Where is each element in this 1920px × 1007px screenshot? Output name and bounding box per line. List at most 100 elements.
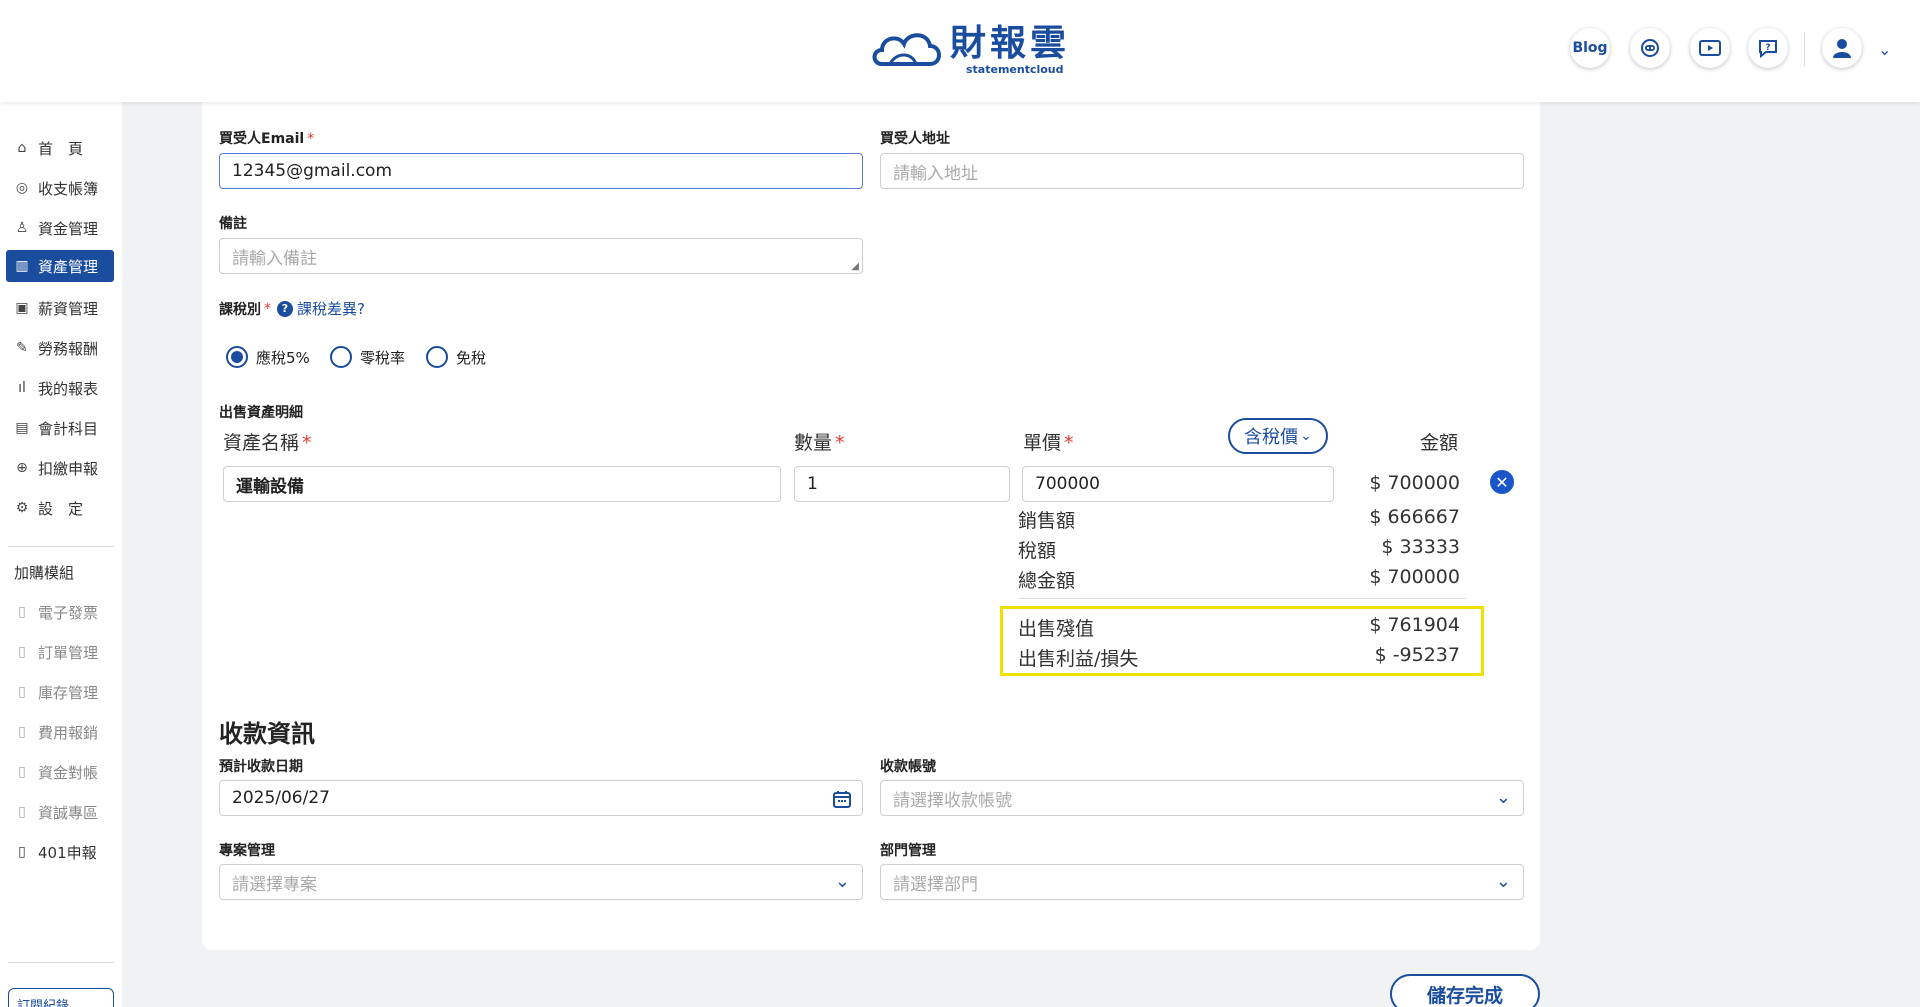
department-label: 部門管理: [880, 843, 936, 859]
project-select[interactable]: 請選擇專案 ⌄: [219, 864, 863, 900]
sidebar-item-pwc[interactable]: ▯ 資誠專區: [6, 796, 114, 828]
note-placeholder: 請輸入備註: [232, 248, 317, 269]
note-textarea[interactable]: 請輸入備註 ◢: [219, 238, 863, 274]
chevron-down-icon: ⌄: [834, 871, 850, 892]
sidebar-item-reports[interactable]: ıl 我的報表: [6, 372, 114, 404]
sidebar-item-label: 庫存管理: [38, 683, 99, 702]
gain-loss-value: $ -95237: [1374, 644, 1460, 666]
cloud-logo-icon: [872, 33, 941, 66]
blog-button[interactable]: Blog: [1570, 28, 1610, 68]
tax-option-label: 免稅: [456, 348, 487, 367]
buyer-email-input[interactable]: 12345@gmail.com: [219, 153, 863, 189]
buyer-address-input[interactable]: 請輸入地址: [880, 153, 1524, 189]
gain-loss-label: 出售利益/損失: [1018, 648, 1139, 670]
required-mark: *: [302, 432, 312, 454]
sidebar-item-label: 訂單管理: [38, 643, 99, 662]
department-placeholder: 請選擇部門: [893, 874, 978, 895]
col-asset-name-text: 資產名稱: [223, 432, 300, 454]
buyer-address-label: 買受人地址: [880, 131, 950, 147]
sidebar-item-labor[interactable]: ✎ 勞務報酬: [6, 332, 114, 364]
payment-account-placeholder: 請選擇收款帳號: [893, 790, 1012, 811]
salary-icon: ▣: [15, 300, 29, 316]
svg-text:?: ?: [1765, 43, 1770, 53]
buyer-email-label-text: 買受人Email: [219, 131, 305, 147]
details-title: 出售資產明細: [219, 405, 303, 421]
chevron-down-icon[interactable]: ⌄: [1878, 40, 1891, 59]
tax-diff-link[interactable]: 課稅差異?: [297, 298, 365, 319]
col-amount: 金額: [1420, 432, 1459, 454]
quantity-input[interactable]: 1: [794, 466, 1010, 502]
top-header: 財報雲 statementcloud Blog ? ⌄: [0, 0, 1920, 102]
sidebar-item-label: 401申報: [38, 843, 97, 862]
buyer-address-placeholder: 請輸入地址: [893, 163, 978, 184]
summary-divider: [1018, 598, 1466, 599]
sidebar-item-salary[interactable]: ▣ 薪資管理: [6, 292, 114, 324]
tax-option-label: 零稅率: [360, 348, 406, 367]
sidebar-item-settings[interactable]: ⚙ 設 定: [6, 492, 114, 524]
save-button[interactable]: 儲存完成: [1390, 974, 1540, 1007]
project-label: 專案管理: [219, 843, 275, 859]
unit-price-input[interactable]: 700000: [1022, 466, 1334, 502]
module-icon: ▯: [18, 724, 26, 740]
sidebar-item-asset[interactable]: ▥ 資產管理: [6, 250, 114, 282]
module-icon: ▯: [18, 684, 26, 700]
form-card: [202, 92, 1540, 950]
brand-logo[interactable]: 財報雲 statementcloud: [868, 22, 1070, 78]
sidebar-item-home[interactable]: ⌂ 首 頁: [6, 132, 114, 164]
sidebar-item-label: 資產管理: [38, 257, 99, 276]
col-quantity: 數量 *: [794, 428, 845, 455]
sidebar-item-inventory[interactable]: ▯ 庫存管理: [6, 676, 114, 708]
sidebar-item-label: 勞務報酬: [38, 339, 99, 358]
video-icon: [1699, 40, 1721, 56]
col-unit-price: 單價 *: [1023, 428, 1074, 455]
asset-name-input[interactable]: 運輸設備: [223, 466, 781, 502]
resize-handle-icon[interactable]: ◢: [851, 261, 859, 272]
department-select[interactable]: 請選擇部門 ⌄: [880, 864, 1524, 900]
module-icon: ▯: [18, 804, 26, 820]
delete-row-button[interactable]: ✕: [1490, 470, 1514, 494]
row-amount: $ 700000: [1369, 472, 1460, 494]
blog-label: Blog: [1572, 40, 1608, 56]
tax-option-zero[interactable]: 零稅率: [330, 346, 405, 368]
col-unit-price-text: 單價: [1023, 432, 1062, 454]
subscription-record-button[interactable]: 訂閱紀錄: [8, 988, 114, 1007]
sidebar-item-ledger-book[interactable]: ◎ 收支帳簿: [6, 172, 114, 204]
question-icon[interactable]: ?: [277, 300, 293, 317]
tax-mode-dropdown[interactable]: 含稅價 ⌄: [1228, 418, 1328, 454]
sidebar-item-accounts[interactable]: ▤ 會計科目: [6, 412, 114, 444]
payment-date-value: 2025/06/27: [232, 788, 330, 808]
sales-value: $ 666667: [1369, 506, 1460, 528]
tax-option-taxable[interactable]: 應稅5%: [226, 346, 310, 368]
sidebar-divider: [8, 546, 114, 547]
sidebar-item-label: 首 頁: [38, 139, 84, 158]
sidebar-item-einvoice[interactable]: ▯ 電子發票: [6, 596, 114, 628]
tax-type-label: 課稅別: [219, 301, 261, 318]
sidebar-item-fund[interactable]: ♙ 資金管理: [6, 212, 114, 244]
sidebar-item-label: 資金對帳: [38, 763, 99, 782]
sidebar-item-401[interactable]: ▯ 401申報: [6, 836, 114, 868]
unit-price-value: 700000: [1035, 474, 1100, 494]
labor-icon: ✎: [16, 340, 28, 356]
required-mark: *: [264, 300, 271, 317]
asset-icon: ▥: [15, 258, 29, 274]
help-chat-button[interactable]: ?: [1748, 28, 1788, 68]
user-avatar-button[interactable]: [1822, 28, 1862, 68]
chevron-down-icon: ⌄: [1495, 871, 1511, 892]
payment-account-select[interactable]: 請選擇收款帳號 ⌄: [880, 780, 1524, 816]
tax-value: $ 33333: [1381, 536, 1460, 558]
robot-button[interactable]: [1630, 28, 1670, 68]
robot-icon: [1641, 39, 1659, 57]
residual-value: $ 761904: [1369, 614, 1460, 636]
tax-option-exempt[interactable]: 免稅: [426, 346, 486, 368]
sidebar-item-withholding[interactable]: ⊕ 扣繳申報: [6, 452, 114, 484]
sidebar-item-label: 設 定: [38, 499, 84, 518]
payment-date-input[interactable]: 2025/06/27: [219, 780, 863, 816]
ledger-icon: ▤: [15, 420, 29, 436]
sidebar-item-orders[interactable]: ▯ 訂單管理: [6, 636, 114, 668]
settings-icon: ⚙: [15, 500, 29, 516]
sidebar-item-expense[interactable]: ▯ 費用報銷: [6, 716, 114, 748]
video-button[interactable]: [1690, 28, 1730, 68]
sidebar-item-label: 費用報銷: [38, 723, 99, 742]
sidebar-item-reconcile[interactable]: ▯ 資金對帳: [6, 756, 114, 788]
calendar-icon[interactable]: [832, 789, 852, 809]
